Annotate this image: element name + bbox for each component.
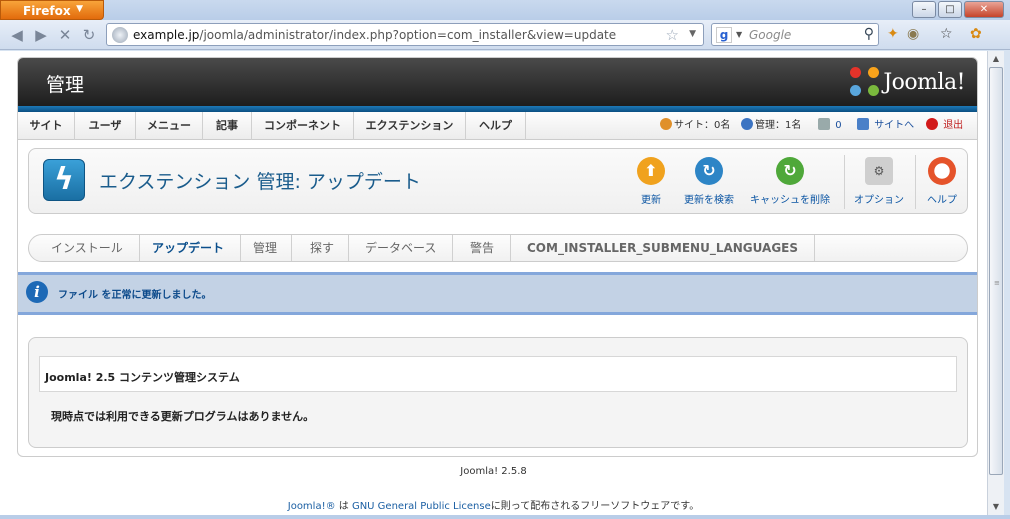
- tab-install[interactable]: インストール: [51, 235, 140, 261]
- admin-users-status: 管理：1名: [741, 112, 801, 140]
- lifebuoy-icon: [928, 157, 956, 185]
- firefox-menu-label: Firefox: [23, 4, 71, 18]
- update-table: Joomla! 2.5 コンテンツ管理システム: [39, 356, 957, 392]
- search-icon[interactable]: ⚲: [864, 26, 874, 42]
- chevron-down-icon: ▼: [76, 4, 83, 14]
- window-controls: – □ ✕: [912, 1, 1004, 18]
- system-message: i ファイル を正常に更新しました。: [18, 272, 977, 315]
- tab-warnings[interactable]: 警告: [470, 235, 512, 261]
- messages-status[interactable]: 0: [818, 112, 842, 140]
- toolbar-box: ϟ エクステンション 管理: アップデート ⬆ 更新 ↻ 更新を検索 ↻ キャッ…: [28, 148, 968, 214]
- admin-users-icon: [741, 118, 753, 130]
- joomla-logo-mark-icon: [850, 67, 880, 97]
- menu-help[interactable]: ヘルプ: [466, 112, 526, 140]
- forward-icon[interactable]: ▶: [32, 26, 50, 44]
- search-placeholder: Google: [749, 28, 792, 42]
- no-updates-note: 現時点では利用できる更新プログラムはありません。: [51, 410, 315, 423]
- info-icon: i: [26, 281, 48, 303]
- refresh-green-icon: ↻: [776, 157, 804, 185]
- table-caption: Joomla! 2.5 コンテンツ管理システム: [45, 371, 240, 384]
- options-button[interactable]: ⚙ オプション: [851, 157, 907, 206]
- tab-database[interactable]: データベース: [365, 235, 454, 261]
- back-icon[interactable]: ◀: [8, 26, 26, 44]
- addon-icon[interactable]: ✦: [887, 26, 899, 42]
- site-identity-icon[interactable]: [112, 27, 128, 43]
- vertical-scrollbar[interactable]: ▲ ≡ ▼: [987, 51, 1004, 515]
- message-text: ファイル を正常に更新しました。: [58, 290, 212, 301]
- menu-menus[interactable]: メニュー: [136, 112, 203, 140]
- page-title: エクステンション 管理: アップデート: [99, 171, 421, 193]
- url-text: example.jp/joomla/administrator/index.ph…: [133, 28, 617, 42]
- joomla-logo-text: Joomla!: [883, 69, 965, 95]
- update-button[interactable]: ⬆ 更新: [631, 157, 671, 206]
- tab-discover[interactable]: 探す: [310, 235, 350, 261]
- help-button[interactable]: ヘルプ: [922, 157, 962, 206]
- refresh-blue-icon: ↻: [695, 157, 723, 185]
- monitor-icon: [857, 118, 869, 130]
- toolbar-divider: [844, 155, 845, 209]
- browser-titlebar: Firefox ▼ – □ ✕: [0, 0, 1010, 20]
- menu-components[interactable]: コンポーネント: [252, 112, 354, 140]
- engine-dropdown-icon[interactable]: ▼: [736, 30, 742, 39]
- minimize-button[interactable]: –: [912, 1, 936, 18]
- window-bottom-edge: [0, 515, 1010, 519]
- tab-update[interactable]: アップデート: [152, 235, 242, 261]
- gpl-link[interactable]: GNU General Public License: [352, 501, 491, 512]
- menu-articles[interactable]: 記事: [203, 112, 252, 140]
- options-icon: ⚙: [865, 157, 893, 185]
- scroll-up-icon[interactable]: ▲: [988, 51, 1004, 67]
- google-engine-icon[interactable]: g: [716, 27, 732, 43]
- footer-license: Joomla!® は GNU General Public Licenseに則っ…: [287, 501, 700, 512]
- close-window-button[interactable]: ✕: [964, 1, 1004, 18]
- joomla-link[interactable]: Joomla!®: [288, 501, 336, 512]
- scroll-down-icon[interactable]: ▼: [988, 499, 1004, 515]
- tab-manage[interactable]: 管理: [253, 235, 293, 261]
- update-panel: Joomla! 2.5 コンテンツ管理システム 現時点では利用できる更新プログラ…: [28, 337, 968, 448]
- addon-globe-icon[interactable]: ◉: [907, 26, 919, 42]
- footer-version: Joomla! 2.5.8: [460, 466, 527, 477]
- joomla-admin-page: 管理 Joomla! サイト ユーザ メニュー 記事 コンポーネント エクステン…: [17, 57, 978, 457]
- users-icon: [660, 118, 672, 130]
- bookmark-star-icon[interactable]: ☆: [666, 26, 679, 44]
- search-bar[interactable]: g ▼ Google ⚲: [711, 23, 879, 46]
- admin-header: 管理 Joomla!: [18, 58, 977, 106]
- url-bar[interactable]: example.jp/joomla/administrator/index.ph…: [106, 23, 704, 46]
- bookmarks-icon[interactable]: ☆: [940, 26, 953, 42]
- purge-cache-button[interactable]: ↻ キャッシュを削除: [747, 157, 833, 206]
- tab-languages[interactable]: COM_INSTALLER_SUBMENU_LANGUAGES: [527, 235, 816, 261]
- menu-users[interactable]: ユーザ: [75, 112, 136, 140]
- toolbar-divider: [915, 155, 916, 209]
- stop-icon[interactable]: ✕: [56, 26, 74, 44]
- admin-menu-bar: サイト ユーザ メニュー 記事 コンポーネント エクステンション ヘルプ サイト…: [18, 112, 977, 140]
- reload-icon[interactable]: ↻: [80, 26, 98, 44]
- url-history-dropdown-icon[interactable]: ▼: [689, 29, 696, 39]
- view-site-link[interactable]: サイトへ: [857, 112, 914, 140]
- extension-manager-icon: ϟ: [43, 159, 85, 201]
- find-updates-button[interactable]: ↻ 更新を検索: [679, 157, 739, 206]
- logout-link[interactable]: 退出: [926, 112, 963, 140]
- menu-extensions[interactable]: エクステンション: [354, 112, 466, 140]
- messages-icon: [818, 118, 830, 130]
- site-users-status: サイト：0名: [660, 112, 730, 140]
- joomla-logo: Joomla!: [850, 67, 965, 97]
- installer-submenu: インストール アップデート 管理 探す データベース 警告 COM_INSTAL…: [28, 234, 968, 262]
- menu-site[interactable]: サイト: [18, 112, 75, 140]
- scrollbar-thumb[interactable]: ≡: [989, 67, 1003, 475]
- admin-title: 管理: [46, 74, 85, 96]
- page-viewport: 管理 Joomla! サイト ユーザ メニュー 記事 コンポーネント エクステン…: [0, 51, 987, 515]
- logout-icon: [926, 118, 938, 130]
- firefox-menu-button[interactable]: Firefox ▼: [0, 0, 104, 20]
- maximize-button[interactable]: □: [938, 1, 962, 18]
- extension-icon[interactable]: ✿: [970, 26, 982, 42]
- navigation-toolbar: ◀ ▶ ✕ ↻ example.jp/joomla/administrator/…: [0, 20, 1010, 50]
- arrow-up-icon: ⬆: [637, 157, 665, 185]
